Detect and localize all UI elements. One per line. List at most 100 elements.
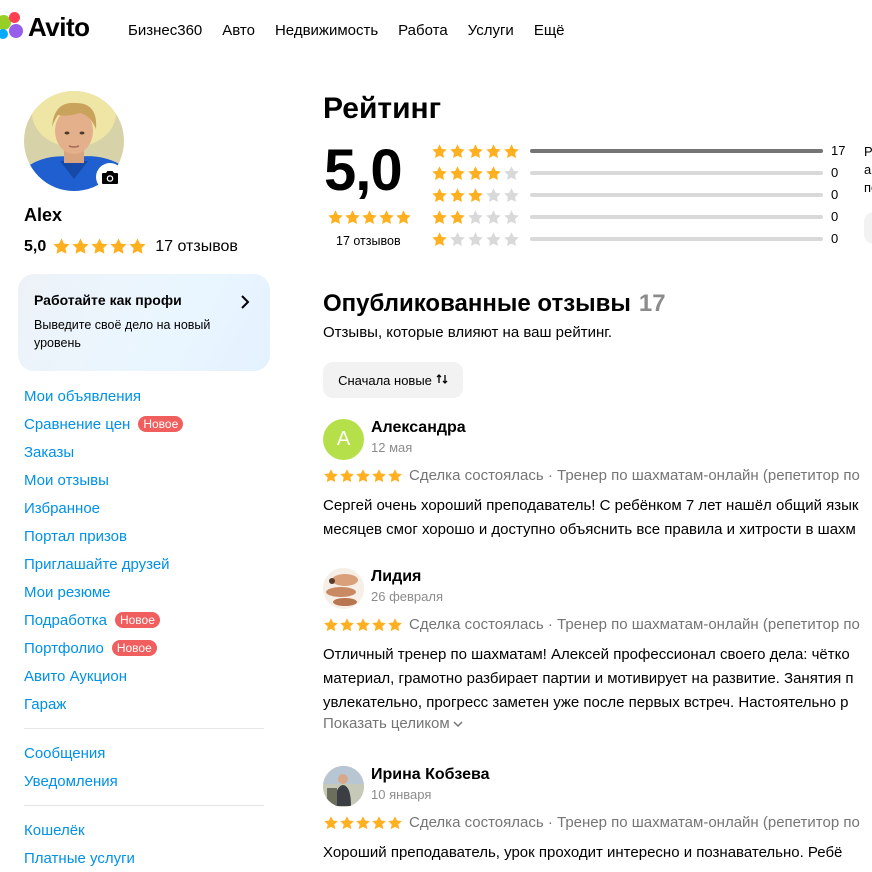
sidebar-item-label: Мои резюме bbox=[24, 583, 111, 601]
sidebar-item[interactable]: Портфолио Новое bbox=[24, 634, 264, 662]
camera-icon[interactable] bbox=[96, 163, 124, 191]
rating-score: 5,0 bbox=[24, 237, 47, 255]
review-meta-text: Сделка состоялась · Тренер по шахматам-о… bbox=[409, 814, 860, 831]
star-icon bbox=[345, 210, 360, 225]
star-icon bbox=[432, 209, 447, 224]
sidebar-item[interactable]: Уведомления bbox=[24, 767, 264, 795]
star-icon bbox=[379, 210, 394, 225]
star-icon bbox=[468, 187, 483, 202]
review-text: Хороший преподаватель, урок проходит инт… bbox=[323, 841, 842, 865]
review-stars bbox=[323, 815, 403, 831]
star-icon bbox=[324, 617, 338, 631]
star-icon bbox=[356, 617, 370, 631]
sidebar-item-label: Гараж bbox=[24, 695, 67, 713]
nav-realty[interactable]: Недвижимость bbox=[275, 22, 378, 39]
star-icon bbox=[486, 231, 501, 246]
star-icon bbox=[91, 238, 108, 254]
promo-card[interactable]: Работайте как профи Выведите своё дело н… bbox=[18, 274, 270, 371]
nav-services[interactable]: Услуги bbox=[468, 22, 514, 39]
sidebar-item[interactable]: Гараж bbox=[24, 690, 264, 718]
published-subtitle: Отзывы, которые влияют на ваш рейтинг. bbox=[323, 324, 613, 341]
avatar-letter: А bbox=[336, 428, 351, 450]
side-text: по bbox=[864, 180, 872, 195]
sidebar-item[interactable]: Сообщения bbox=[24, 739, 264, 767]
star-icon bbox=[388, 617, 402, 631]
side-text: Р bbox=[864, 144, 872, 159]
nav-more[interactable]: Ещё bbox=[534, 22, 565, 39]
star-icon bbox=[504, 143, 519, 158]
sort-button[interactable]: Сначала новые bbox=[323, 362, 463, 398]
sidebar-item[interactable]: Сравнение цен Новое bbox=[24, 410, 264, 438]
star-icon bbox=[362, 210, 377, 225]
star-icon bbox=[388, 468, 402, 482]
sidebar-item-label: Приглашайте друзей bbox=[24, 555, 170, 573]
star-icon bbox=[450, 165, 465, 180]
star-icon bbox=[450, 209, 465, 224]
sidebar-item[interactable]: Мои объявления bbox=[24, 382, 264, 410]
review-text-line: месяцев смог хорошо и доступно объяснить… bbox=[323, 521, 856, 538]
sidebar-item-label: Подработка bbox=[24, 611, 107, 629]
distribution-count: 0 bbox=[831, 187, 839, 202]
sidebar-item[interactable]: Избранное bbox=[24, 494, 264, 522]
sidebar-item[interactable]: Приглашайте друзей bbox=[24, 550, 264, 578]
review-card: Лидия 26 февраля Сделка состоялась · Тре… bbox=[323, 568, 872, 738]
star-icon bbox=[432, 231, 447, 246]
sidebar-item[interactable]: Портал призов bbox=[24, 522, 264, 550]
chevron-down-icon bbox=[453, 715, 463, 732]
review-text: Отличный тренер по шахматам! Алексей про… bbox=[323, 643, 854, 715]
star-icon bbox=[504, 187, 519, 202]
top-nav: Бизнес360 Авто Недвижимость Работа Услуг… bbox=[128, 22, 565, 39]
distribution-stars bbox=[431, 187, 521, 204]
distribution-bar bbox=[530, 171, 823, 175]
star-icon bbox=[486, 165, 501, 180]
sidebar-item[interactable]: Подработка Новое bbox=[24, 606, 264, 634]
distribution-count: 0 bbox=[831, 165, 839, 180]
review-author[interactable]: Александра bbox=[371, 419, 466, 437]
distribution-bar bbox=[530, 237, 823, 241]
review-stars bbox=[323, 468, 403, 484]
star-icon bbox=[486, 209, 501, 224]
nav-jobs[interactable]: Работа bbox=[398, 22, 448, 39]
review-author[interactable]: Ирина Кобзева bbox=[371, 766, 490, 784]
sort-arrows-icon bbox=[436, 373, 448, 388]
show-full-link[interactable]: Показать целиком bbox=[323, 715, 463, 732]
star-icon bbox=[504, 231, 519, 246]
review-meta: Сделка состоялась · Тренер по шахматам-о… bbox=[323, 814, 860, 831]
star-icon bbox=[372, 617, 386, 631]
distribution-bar bbox=[530, 193, 823, 197]
star-icon bbox=[504, 165, 519, 180]
sort-label: Сначала новые bbox=[338, 372, 432, 388]
sidebar-item[interactable]: Кошелёк bbox=[24, 816, 264, 844]
sidebar-item[interactable]: Заказы bbox=[24, 438, 264, 466]
distribution-stars bbox=[431, 165, 521, 182]
review-card: А Александра 12 мая Сделка состоялась · … bbox=[323, 419, 872, 549]
side-button[interactable] bbox=[864, 212, 872, 244]
sidebar-item[interactable]: Платные услуги bbox=[24, 844, 264, 872]
sidebar-item[interactable]: Мои резюме bbox=[24, 578, 264, 606]
star-icon bbox=[340, 468, 354, 482]
published-count: 17 bbox=[638, 290, 666, 317]
distribution-stars bbox=[431, 209, 521, 226]
user-rating: 5,0 17 отзывов bbox=[24, 237, 238, 256]
star-icon bbox=[468, 209, 483, 224]
big-rating-stars bbox=[327, 209, 412, 226]
nav-business360[interactable]: Бизнес360 bbox=[128, 22, 202, 39]
rating-stars bbox=[327, 209, 412, 226]
distribution-bar bbox=[530, 215, 823, 219]
star-icon bbox=[450, 143, 465, 158]
sidebar-divider bbox=[24, 805, 264, 806]
page-title: Рейтинг bbox=[323, 92, 442, 125]
show-full-label: Показать целиком bbox=[323, 715, 450, 732]
review-author[interactable]: Лидия bbox=[371, 568, 421, 586]
reviews-count-link[interactable]: 17 отзывов bbox=[155, 238, 238, 256]
distribution-stars bbox=[431, 143, 521, 160]
sidebar-item-label: Платные услуги bbox=[24, 849, 135, 867]
sidebar-item[interactable]: Мои отзывы bbox=[24, 466, 264, 494]
sidebar-item-label: Сравнение цен bbox=[24, 415, 131, 433]
avito-logo[interactable]: Avito bbox=[0, 12, 90, 42]
nav-auto[interactable]: Авто bbox=[222, 22, 255, 39]
distribution-row: 0 bbox=[431, 229, 838, 249]
star-icon bbox=[396, 210, 411, 225]
sidebar-item[interactable]: Авито Аукцион bbox=[24, 662, 264, 690]
star-icon bbox=[340, 617, 354, 631]
